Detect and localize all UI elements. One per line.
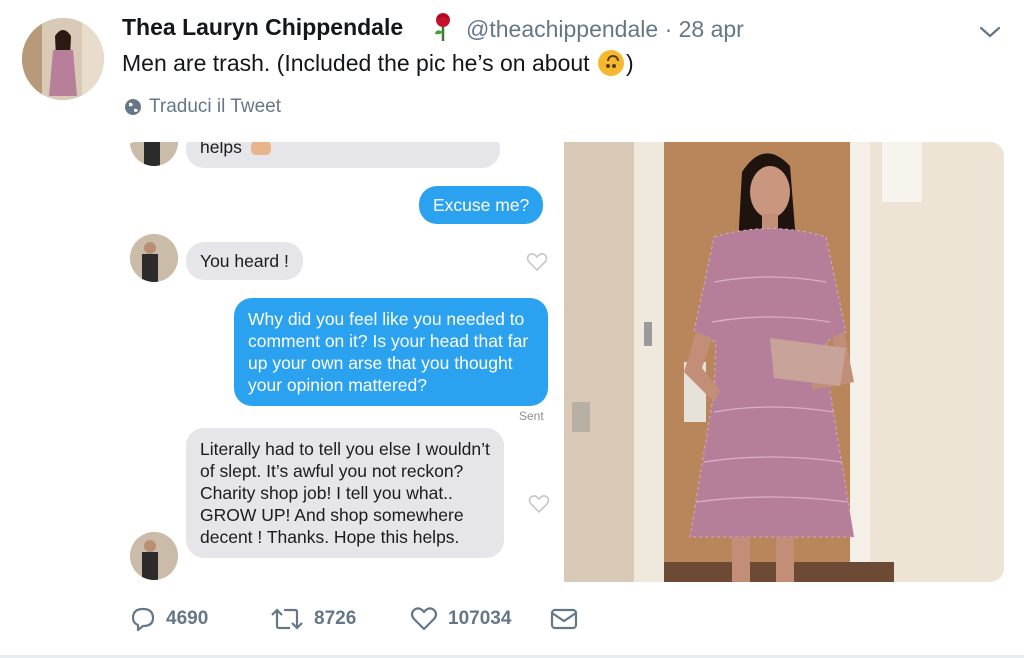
tweet-media[interactable]: helps Excuse me? You heard ! Why did you… — [122, 142, 1004, 582]
dress-photo[interactable] — [564, 142, 1004, 582]
translate-tweet-link[interactable]: Traduci il Tweet — [124, 96, 281, 118]
sender-avatar — [130, 532, 178, 580]
message-bubble: You heard ! — [186, 242, 303, 280]
retweet-icon — [271, 608, 303, 630]
reply-icon — [131, 607, 155, 632]
message-bubble: Excuse me? — [419, 186, 544, 224]
message-text: Literally had to tell you else I wouldn’… — [200, 439, 490, 547]
chevron-down-icon[interactable] — [978, 22, 1002, 42]
message-bubble: Why did you feel like you needed to comm… — [234, 298, 548, 406]
retweet-button[interactable]: 8726 — [270, 606, 410, 632]
sender-avatar — [130, 142, 178, 166]
fist-emoji-icon — [250, 142, 271, 155]
retweet-count: 8726 — [314, 608, 357, 629]
heart-icon[interactable] — [526, 252, 548, 272]
translate-label: Traduci il Tweet — [149, 96, 281, 117]
tweet-text-main: Men are trash. (Included the pic he’s on… — [122, 50, 590, 76]
message-text: Excuse me? — [433, 195, 530, 215]
direct-message-button[interactable] — [550, 607, 578, 631]
heart-icon[interactable] — [528, 494, 550, 514]
message-text: You heard ! — [200, 251, 289, 271]
message-text: helps — [200, 142, 242, 157]
upside-down-face-icon — [597, 50, 624, 76]
dot-separator: · — [664, 16, 673, 42]
rose-emoji-icon — [432, 12, 454, 42]
globe-icon — [125, 99, 141, 115]
handle-and-date: @theachippendale · 28 apr — [466, 16, 744, 43]
chat-screenshot[interactable]: helps Excuse me? You heard ! Why did you… — [122, 142, 560, 582]
tweet-date[interactable]: 28 apr — [679, 16, 744, 42]
like-button[interactable]: 107034 — [410, 606, 550, 632]
tweet-text-end: ) — [625, 50, 634, 76]
message-bubble: Literally had to tell you else I wouldn’… — [186, 428, 504, 558]
tweet-text: Men are trash. (Included the pic he’s on… — [122, 50, 634, 77]
author-name[interactable]: Thea Lauryn Chippendale — [122, 14, 403, 41]
message-text: Why did you feel like you needed to comm… — [248, 309, 529, 395]
tweet-actions: 4690 8726 107034 — [130, 606, 578, 632]
author-handle[interactable]: @theachippendale — [466, 16, 658, 42]
sender-avatar — [130, 234, 178, 282]
heart-icon — [410, 607, 438, 631]
envelope-icon — [550, 608, 578, 630]
like-count: 107034 — [448, 608, 512, 629]
sent-status: Sent — [519, 409, 544, 423]
author-avatar[interactable] — [22, 18, 104, 100]
reply-count: 4690 — [166, 608, 209, 629]
message-bubble: helps — [186, 142, 500, 168]
reply-button[interactable]: 4690 — [130, 606, 270, 632]
